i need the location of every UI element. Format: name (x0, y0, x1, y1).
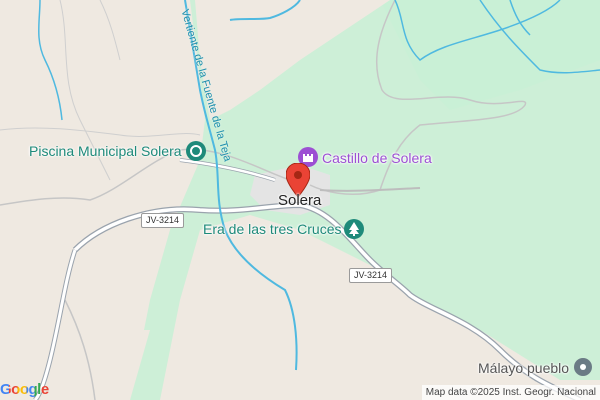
poi-piscina-label[interactable]: Piscina Municipal Solera (29, 143, 182, 159)
google-logo-text: Google (0, 381, 49, 398)
poi-era-label[interactable]: Era de las tres Cruces (203, 221, 342, 237)
poi-castillo-label[interactable]: Castillo de Solera (322, 150, 432, 166)
google-logo: Google (0, 381, 49, 398)
map-canvas[interactable]: Vertiente de la Fuente de la Teja Piscin… (0, 0, 600, 400)
road-shield: JV-3214 (349, 268, 393, 283)
pool-icon[interactable] (186, 141, 206, 161)
road-shield: JV-3214 (141, 213, 185, 228)
place-icon[interactable] (574, 358, 592, 376)
map-attribution: Map data ©2025 Inst. Geogr. Nacional (421, 385, 600, 400)
park-icon[interactable] (344, 219, 364, 239)
place-label: Solera (278, 192, 322, 209)
poi-malayo-label[interactable]: Málayo pueblo (478, 360, 569, 376)
